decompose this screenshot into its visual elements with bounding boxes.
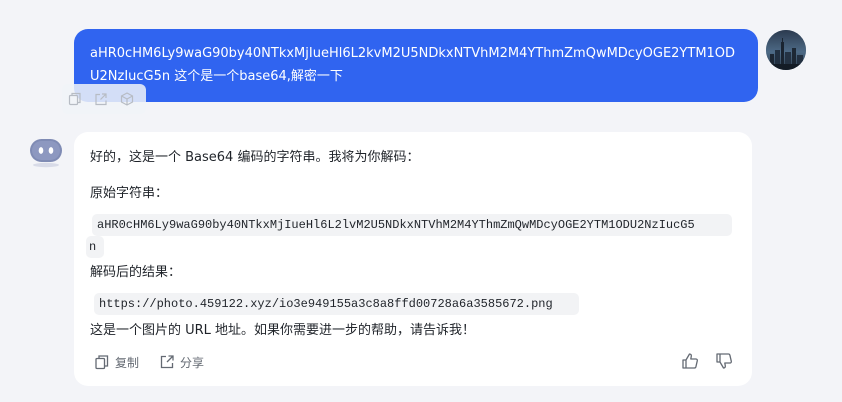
- bot-message-card: 好的，这是一个 Base64 编码的字符串。我将为你解码： 原始字符串： aHR…: [74, 132, 752, 386]
- cube-icon[interactable]: [118, 90, 136, 108]
- original-string-label: 原始字符串：: [90, 186, 169, 201]
- user-message-bubble: aHR0cHM6Ly9waG90by40NTkxMjIueHl6L2kvM2U5…: [74, 29, 758, 102]
- copy-icon[interactable]: [66, 90, 84, 108]
- original-code-line1: aHR0cHM6Ly9waG90by40NTkxMjIueHl6L2lvM2U5…: [97, 218, 695, 232]
- original-code-line2: n: [89, 240, 97, 254]
- decoded-result-label: 解码后的结果：: [90, 265, 182, 280]
- user-message-text: aHR0cHM6Ly9waG90by40NTkxMjIueHl6L2kvM2U5…: [90, 46, 736, 84]
- bot-closing-text: 这是一个图片的 URL 地址。如果你需要进一步的帮助，请告诉我！: [90, 323, 476, 338]
- user-avatar-image: [766, 30, 806, 70]
- copy-icon: [95, 355, 109, 370]
- copy-label: 复制: [115, 355, 140, 370]
- share-button[interactable]: 分享: [159, 354, 204, 371]
- user-message-actions: [62, 84, 146, 114]
- bot-intro-text: 好的，这是一个 Base64 编码的字符串。我将为你解码：: [90, 150, 420, 165]
- decoded-url-text: https://photo.459122.xyz/io3e949155a3c8a…: [99, 297, 553, 311]
- original-code-block: aHR0cHM6Ly9waG90by40NTkxMjIueHl6L2lvM2U5…: [92, 214, 732, 236]
- bot-avatar: [29, 138, 63, 168]
- decoded-result-code: https://photo.459122.xyz/io3e949155a3c8a…: [94, 293, 579, 315]
- share-label: 分享: [180, 355, 205, 370]
- feedback-group: [680, 351, 734, 371]
- copy-button[interactable]: 复制: [94, 354, 139, 371]
- share-icon[interactable]: [92, 90, 110, 108]
- original-code-block-continued: n: [86, 236, 104, 258]
- share-icon: [160, 355, 174, 369]
- user-avatar[interactable]: [766, 30, 806, 70]
- thumbs-down-icon[interactable]: [714, 351, 734, 371]
- thumbs-up-icon[interactable]: [680, 351, 700, 371]
- bot-message-footer: 复制 分享: [94, 351, 218, 373]
